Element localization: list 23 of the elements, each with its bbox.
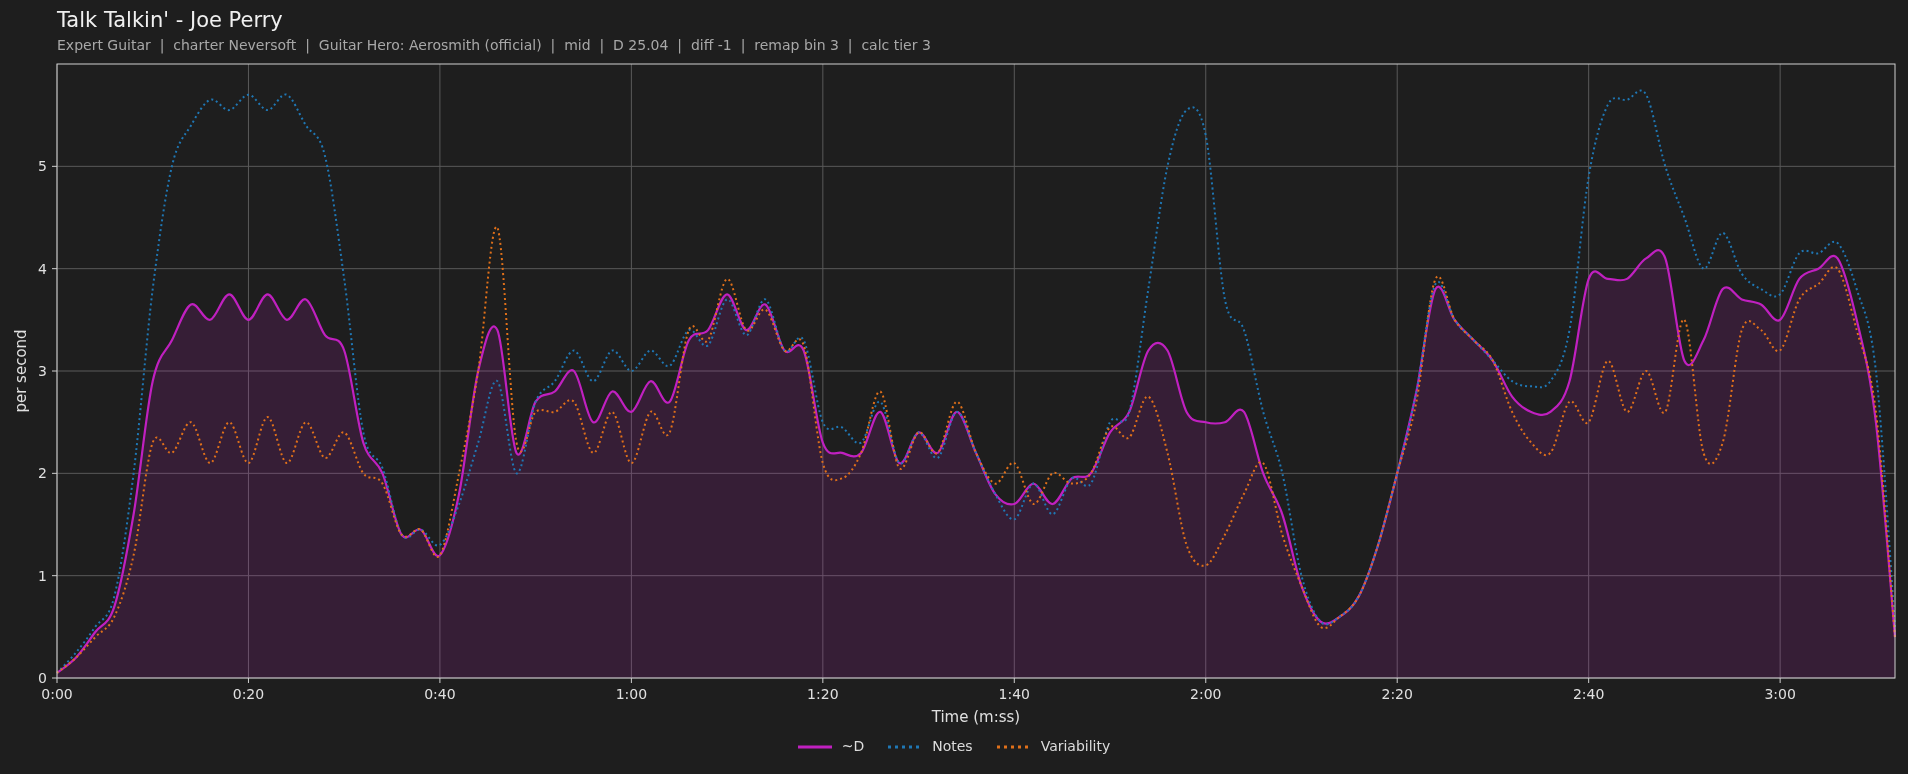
y-tick-label: 2 bbox=[38, 465, 47, 482]
x-tick-label: 2:20 bbox=[1381, 686, 1413, 702]
legend-label: Notes bbox=[932, 737, 973, 756]
x-tick-label: 2:00 bbox=[1190, 686, 1222, 702]
y-tick-label: 3 bbox=[38, 363, 47, 379]
legend-label: ~D bbox=[841, 737, 865, 756]
x-tick-label: 0:00 bbox=[41, 686, 73, 702]
y-tick-label: 4 bbox=[38, 260, 47, 277]
x-tick-label: 2:40 bbox=[1572, 686, 1605, 702]
x-tick-label: 0:20 bbox=[232, 686, 265, 702]
x-tick-label: 1:20 bbox=[807, 686, 839, 702]
legend-label: Variability bbox=[1040, 737, 1111, 756]
x-tick-label: 1:00 bbox=[615, 686, 648, 702]
x-tick-label: 1:40 bbox=[998, 686, 1030, 702]
y-tick-label: 1 bbox=[38, 567, 47, 584]
y-tick-label: 5 bbox=[38, 158, 47, 175]
x-axis-label: Time (m:ss) bbox=[931, 708, 1021, 726]
y-tick-label: 0 bbox=[38, 670, 47, 686]
x-tick-label: 0:40 bbox=[424, 686, 456, 702]
chart-title: Talk Talkin' - Joe Perry bbox=[57, 7, 284, 34]
chart-subtitle: Expert Guitar | charter Neversoft | Guitar Hero: Aerosmith (official) | mid | D 25.04 | diff -1 | remap bin 3 | calc tier 3 bbox=[57, 36, 932, 56]
y-axis-label: per second bbox=[12, 329, 30, 413]
x-tick-label: 3:00 bbox=[1764, 686, 1796, 702]
